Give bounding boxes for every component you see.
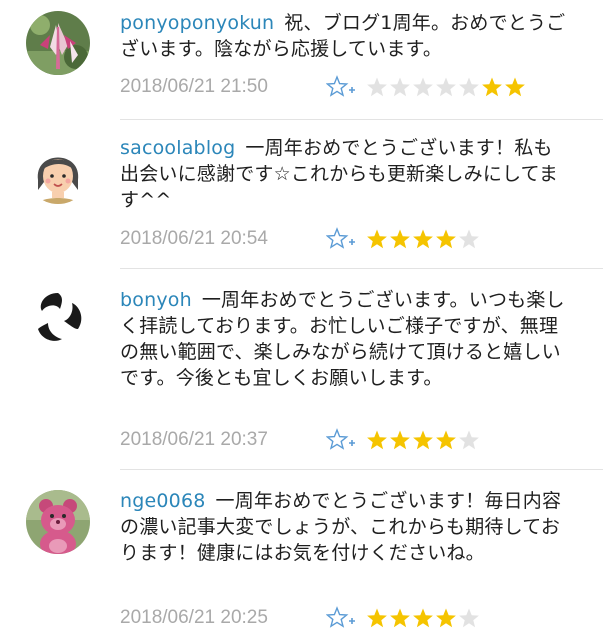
star-filled-icon (367, 229, 387, 249)
star-empty-icon (459, 608, 479, 628)
star-filled-icon (436, 229, 456, 249)
avatar[interactable] (26, 285, 90, 349)
comment-item: nge0068 一周年おめでとうございます！毎日内容の濃い記事大変でしょうが、これ… (0, 470, 603, 640)
comment-meta: 2018/06/21 20:37 (120, 426, 480, 454)
comment-timestamp: 2018/06/21 20:54 (120, 228, 268, 249)
star-rating (366, 429, 480, 451)
star-rating (366, 607, 480, 629)
add-star-icon[interactable] (326, 606, 356, 630)
comment-username[interactable]: nge0068 (120, 490, 206, 512)
comment-item: ponyoponyokun 祝、ブログ1周年。おめでとうございます。陰ながら応援し… (0, 0, 603, 120)
add-star-icon[interactable] (326, 428, 356, 452)
star-empty-icon (459, 430, 479, 450)
star-rating (366, 228, 480, 250)
comment-text: ponyoponyokun 祝、ブログ1周年。おめでとうございます。陰ながら応援し… (120, 10, 570, 62)
comment-item: bonyoh 一周年おめでとうございます。いつも楽しく拝読しております。お忙しいご… (0, 269, 603, 469)
star-filled-icon (367, 608, 387, 628)
star-filled-icon (413, 229, 433, 249)
comment-meta: 2018/06/21 20:25 (120, 604, 480, 632)
comment-text: bonyoh 一周年おめでとうございます。いつも楽しく拝読しております。お忙しいご… (120, 287, 570, 391)
tomoe-avatar-icon (26, 285, 90, 349)
comment-timestamp: 2018/06/21 20:25 (120, 607, 268, 628)
star-empty-icon (390, 77, 410, 97)
star-filled-icon (390, 608, 410, 628)
comment-meta: 2018/06/21 21:50 (120, 73, 526, 101)
comment-meta: 2018/06/21 20:54 (120, 225, 480, 253)
add-star-icon[interactable] (326, 75, 356, 99)
star-filled-icon (413, 430, 433, 450)
comment-timestamp: 2018/06/21 20:37 (120, 429, 268, 450)
star-filled-icon (436, 430, 456, 450)
star-filled-icon (390, 229, 410, 249)
comment-timestamp: 2018/06/21 21:50 (120, 76, 268, 97)
pink-bear-avatar-icon (26, 490, 90, 554)
cartoon-face-avatar-icon (26, 140, 90, 204)
comment-text: sacoolablog 一周年おめでとうございます！私も出会いに感謝です☆これから… (120, 135, 570, 213)
star-empty-icon (459, 229, 479, 249)
star-filled-icon (367, 430, 387, 450)
add-star-icon[interactable] (326, 227, 356, 251)
star-filled-icon (390, 430, 410, 450)
star-rating (366, 76, 526, 98)
flower-avatar-icon (26, 11, 90, 75)
star-filled-icon (505, 77, 525, 97)
star-filled-icon (413, 608, 433, 628)
star-empty-icon (413, 77, 433, 97)
star-empty-icon (367, 77, 387, 97)
comment-text: nge0068 一周年おめでとうございます！毎日内容の濃い記事大変でしょうが、これ… (120, 488, 570, 566)
comment-item: sacoolablog 一周年おめでとうございます！私も出会いに感謝です☆これから… (0, 120, 603, 268)
comment-username[interactable]: bonyoh (120, 289, 192, 311)
avatar[interactable] (26, 490, 90, 554)
star-filled-icon (482, 77, 502, 97)
avatar[interactable] (26, 11, 90, 75)
star-empty-icon (436, 77, 456, 97)
avatar[interactable] (26, 140, 90, 204)
comment-username[interactable]: ponyoponyokun (120, 12, 274, 34)
star-empty-icon (459, 77, 479, 97)
comment-username[interactable]: sacoolablog (120, 137, 235, 159)
star-filled-icon (436, 608, 456, 628)
